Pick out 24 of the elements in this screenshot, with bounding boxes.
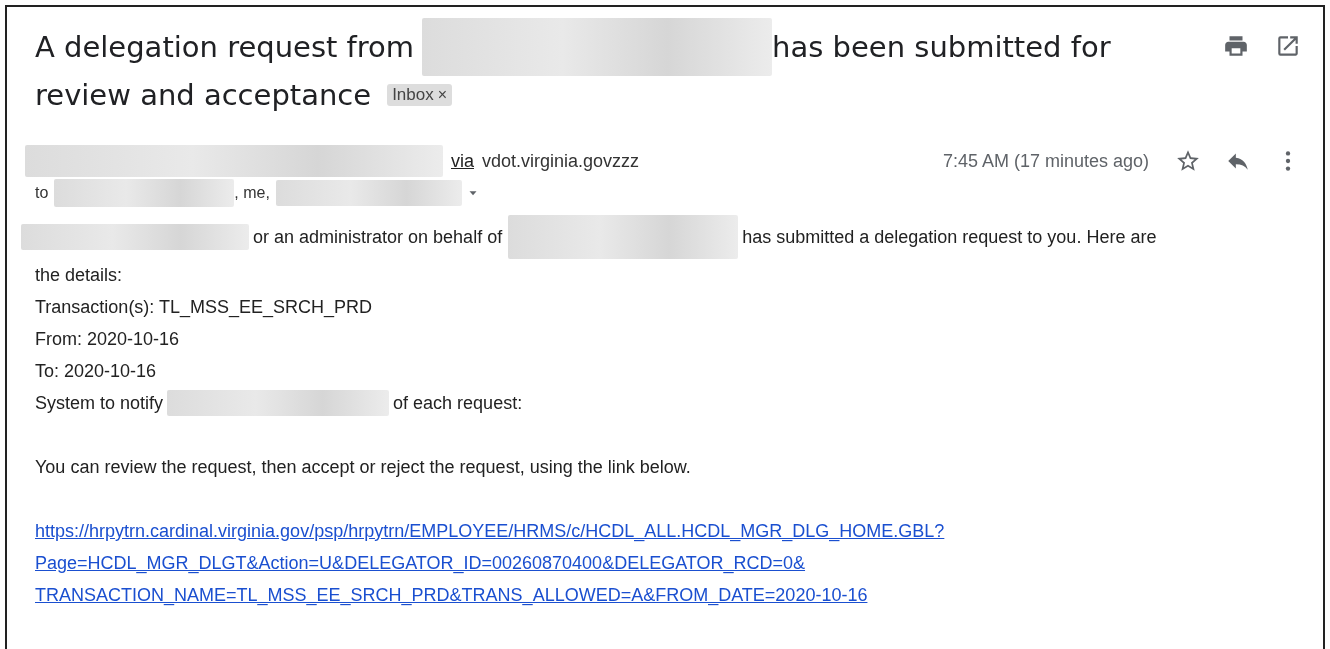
- subject-text: review and acceptance: [35, 78, 372, 112]
- body-text: Transaction(s): TL_MSS_EE_SRCH_PRD: [35, 296, 374, 320]
- recipients-text: , me,: [234, 184, 270, 202]
- body-text: From: 2020-10-16: [35, 328, 181, 351]
- label-text: Inbox: [392, 85, 434, 105]
- body-text: To: 2020-10-16: [35, 360, 158, 383]
- subject-text: A delegation request from: [35, 30, 415, 64]
- body-text: of each request:: [393, 392, 523, 415]
- label-chip[interactable]: Inbox ×: [387, 84, 453, 106]
- open-in-new-window-icon[interactable]: [1275, 33, 1301, 59]
- message-time: 7:45 AM (17 minutes ago): [942, 150, 1149, 172]
- via-link[interactable]: via: [451, 150, 474, 172]
- body-text: has submitted a delegation request to you. Here are: [742, 226, 1157, 249]
- body-text: or an administrator on behalf of: [253, 226, 503, 249]
- print-icon[interactable]: [1223, 33, 1249, 59]
- body-text: the details:: [35, 264, 124, 287]
- body-text: You can review the request, then accept or reject the request, using the link below.: [35, 456, 692, 479]
- sender-domain: vdot.virginia.govzzz: [482, 150, 640, 172]
- subject-text: has been submitted for: [772, 30, 1111, 64]
- recipients-label: to: [35, 184, 49, 202]
- body-text: System to notify: [35, 392, 164, 415]
- request-link[interactable]: https://hrpytrn.cardinal.virginia.gov/psp/hrpytrn/EMPLOYEE/HRMS/c/HCDL_ALL.HCDL_MGR_DLG_HOME.GBL? Page=HCDL_MGR_DLGT&Action=U&DELEGATOR_ID=00260870400&DELEGATOR_RCD=0& TRANSACTION_NAME=TL_MSS_EE_SRCH_PRD&TRANS_ALLOWED=A&FROM_DATE=2020-10-16: [35, 515, 1323, 611]
- remove-label-button[interactable]: ×: [437, 86, 448, 104]
- star-icon[interactable]: [1175, 148, 1201, 174]
